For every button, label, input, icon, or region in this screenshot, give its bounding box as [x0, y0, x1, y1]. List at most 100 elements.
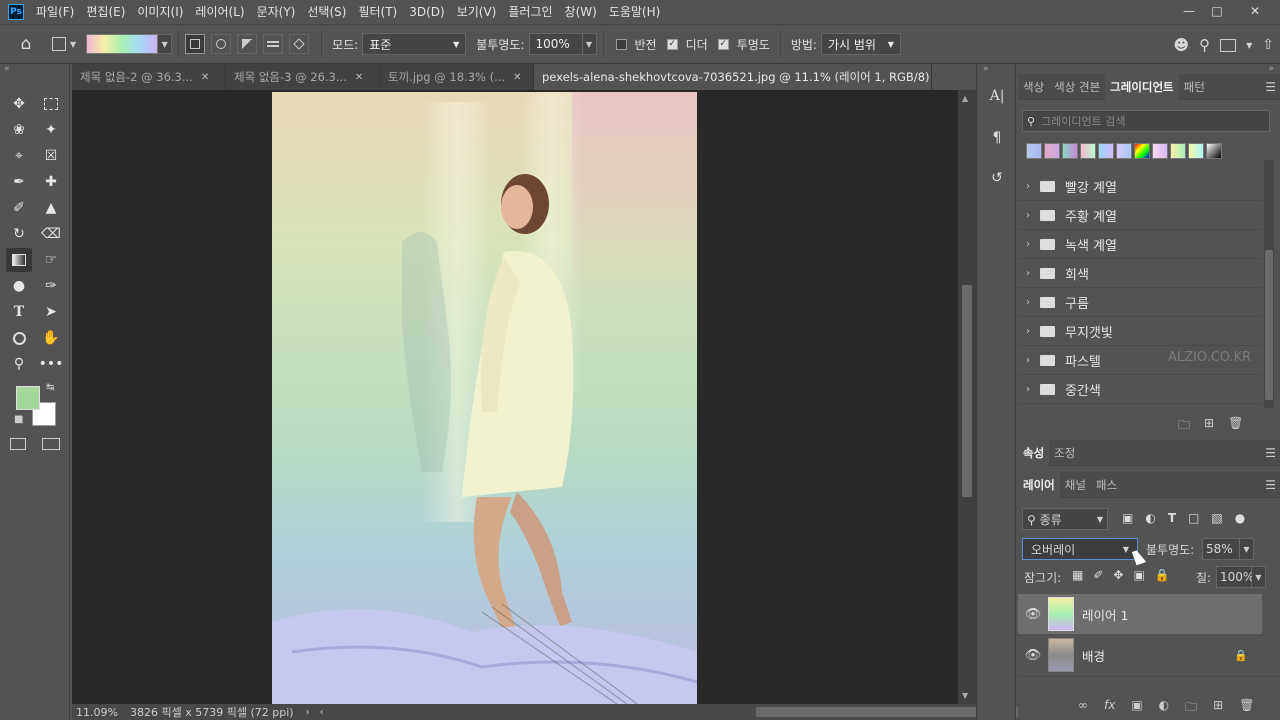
tab-rabbit[interactable]: 토끼.jpg @ 18.3% (... ✕: [380, 64, 534, 90]
tab-layers[interactable]: 레이어: [1018, 471, 1060, 498]
gradient-preset[interactable]: [1080, 143, 1096, 159]
gradient-folder[interactable]: › 녹색 계열: [1018, 230, 1262, 259]
mode-select[interactable]: 표준 ▼: [362, 33, 467, 55]
eraser-tool-icon[interactable]: ⌫: [38, 222, 64, 246]
default-colors-icon[interactable]: ■: [14, 414, 23, 425]
gradient-preset[interactable]: [1098, 143, 1114, 159]
gradient-preset[interactable]: [1152, 143, 1168, 159]
lock-artboard-icon[interactable]: ▣: [1133, 568, 1144, 582]
tab-swatches[interactable]: 색상 견본: [1049, 74, 1105, 100]
search-icon[interactable]: ⚲: [1199, 36, 1210, 54]
layer-row-background[interactable]: 👁 배경 🔒: [1018, 635, 1262, 675]
tab-gradients[interactable]: 그레이디언트: [1105, 73, 1179, 100]
eye-icon[interactable]: 👁: [1018, 607, 1048, 622]
new-gradient-icon[interactable]: ⊞: [1204, 416, 1214, 437]
horizontal-scrollbar[interactable]: [324, 704, 1030, 720]
path-selection-tool-icon[interactable]: ➤: [38, 300, 64, 324]
close-icon[interactable]: ✕: [355, 72, 363, 83]
canvas-area[interactable]: [72, 90, 958, 704]
diamond-gradient-button[interactable]: [289, 34, 310, 54]
layer-opacity-input[interactable]: 58%: [1202, 538, 1240, 560]
menu-window[interactable]: 창(W): [559, 0, 603, 24]
maximize-icon[interactable]: □: [1200, 0, 1234, 22]
marquee-tool-icon[interactable]: [38, 92, 64, 116]
type-tool-icon[interactable]: T: [6, 300, 32, 324]
history-brush-tool-icon[interactable]: ↻: [6, 222, 32, 246]
pen-tool-icon[interactable]: ✑: [38, 274, 64, 298]
layer-name[interactable]: 배경: [1082, 646, 1105, 665]
menu-type[interactable]: 문자(Y): [251, 0, 302, 24]
tab-adjustments[interactable]: 조정: [1049, 440, 1080, 466]
document-canvas-image[interactable]: [272, 92, 697, 704]
gradient-folder[interactable]: › 회색: [1018, 259, 1262, 288]
lock-position-icon[interactable]: ✥: [1113, 568, 1123, 582]
menu-3d[interactable]: 3D(D): [403, 0, 450, 24]
tab-document-2[interactable]: 제목 없음-2 @ 36.3... ✕: [72, 64, 226, 90]
dodge-tool-icon[interactable]: ●: [6, 274, 32, 298]
move-tool-icon[interactable]: ✥: [6, 92, 32, 116]
lock-transparent-icon[interactable]: ▦: [1072, 568, 1083, 582]
layer-opacity-dropdown[interactable]: ▼: [1240, 538, 1254, 560]
filter-toggle-icon[interactable]: ●: [1235, 511, 1245, 525]
gradient-preset[interactable]: [1206, 143, 1222, 159]
chevron-down-icon[interactable]: ▼: [962, 691, 968, 700]
collapse-icon[interactable]: »: [1268, 64, 1274, 74]
tab-channels[interactable]: 채널: [1060, 472, 1091, 498]
add-mask-icon[interactable]: ▣: [1131, 698, 1142, 719]
menu-filter[interactable]: 필터(T): [352, 0, 403, 24]
chevron-down-icon[interactable]: ▼: [1246, 41, 1252, 50]
transparency-checkbox[interactable]: ✓: [717, 38, 729, 50]
learn-icon[interactable]: ☻: [1173, 36, 1189, 54]
trash-icon[interactable]: 🗑: [1239, 698, 1254, 719]
gradient-preset[interactable]: [1026, 143, 1042, 159]
opacity-dropdown[interactable]: ▼: [582, 33, 597, 55]
tab-patterns[interactable]: 패턴: [1179, 74, 1210, 100]
fx-icon[interactable]: fx: [1104, 698, 1115, 719]
chevron-right-icon[interactable]: ›: [306, 707, 310, 718]
expand-icon[interactable]: »: [983, 64, 989, 74]
gradient-preset[interactable]: [1062, 143, 1078, 159]
linear-gradient-button[interactable]: [185, 34, 206, 54]
menu-help[interactable]: 도움말(H): [603, 0, 667, 24]
frame-tool-icon[interactable]: ☒: [38, 144, 64, 168]
menu-plugins[interactable]: 플러그인: [502, 0, 558, 24]
zoom-tool-icon[interactable]: ⚲: [6, 352, 32, 376]
menu-view[interactable]: 보기(V): [451, 0, 503, 24]
canvas-vertical-scrollbar[interactable]: ▲ ▼: [958, 90, 976, 704]
radial-gradient-button[interactable]: [211, 34, 232, 54]
gradient-preset[interactable]: [1116, 143, 1132, 159]
dither-checkbox[interactable]: ✓: [666, 38, 678, 50]
tab-properties[interactable]: 속성: [1018, 439, 1050, 466]
eyedropper-tool-icon[interactable]: ✒: [6, 170, 32, 194]
tab-color[interactable]: 색상: [1018, 74, 1049, 100]
home-icon[interactable]: ⌂: [0, 34, 52, 54]
scroll-thumb[interactable]: [1265, 250, 1273, 400]
gradient-folder[interactable]: › 구름: [1018, 288, 1262, 317]
layer-row-layer-1[interactable]: 👁 레이어 1: [1018, 594, 1262, 634]
menu-select[interactable]: 선택(S): [301, 0, 352, 24]
more-tools-icon[interactable]: •••: [38, 352, 64, 376]
quick-mask-icon[interactable]: [10, 438, 26, 450]
type-filter-icon[interactable]: T: [1168, 511, 1176, 525]
screen-mode-icon[interactable]: [42, 438, 60, 450]
link-layers-icon[interactable]: ∞: [1078, 698, 1088, 719]
chevron-down-icon[interactable]: ▼: [70, 40, 76, 49]
new-group-icon[interactable]: 🗀: [1178, 416, 1190, 437]
gradient-preset[interactable]: [1044, 143, 1060, 159]
lock-pixels-icon[interactable]: ✐: [1093, 568, 1103, 582]
tool-preset-icon[interactable]: [52, 37, 66, 51]
eye-icon[interactable]: 👁: [1018, 648, 1048, 663]
new-group-icon[interactable]: 🗀: [1185, 698, 1197, 719]
character-panel-icon[interactable]: A|: [985, 84, 1009, 108]
vertical-scroll-thumb[interactable]: [962, 285, 972, 497]
gradient-preset[interactable]: [1170, 143, 1186, 159]
image-filter-icon[interactable]: ▣: [1122, 511, 1133, 525]
gradient-preset[interactable]: [1134, 143, 1150, 159]
gradient-folder[interactable]: › 무지갯빛: [1018, 317, 1262, 346]
menu-layer[interactable]: 레이어(L): [189, 0, 250, 24]
blend-mode-select[interactable]: 오버레이 ▼: [1022, 538, 1138, 560]
gradient-picker-dropdown[interactable]: ▼: [158, 34, 173, 54]
lasso-tool-icon[interactable]: ❀: [6, 118, 32, 142]
angle-gradient-button[interactable]: [237, 34, 258, 54]
menu-edit[interactable]: 편집(E): [80, 0, 131, 24]
